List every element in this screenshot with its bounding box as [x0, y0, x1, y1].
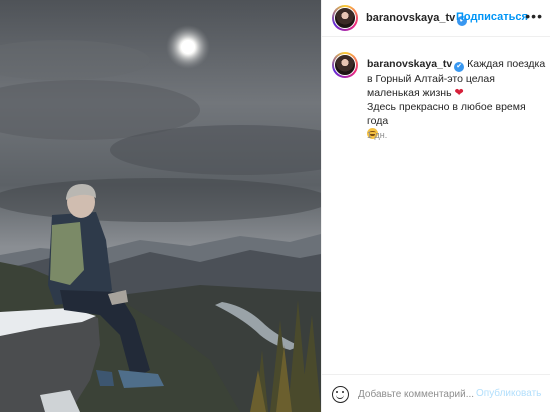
author-avatar[interactable] [332, 5, 358, 31]
emoji-icon[interactable] [332, 386, 349, 403]
caption-author-avatar[interactable] [332, 52, 358, 78]
author-username[interactable]: baranovskaya_tv ✔ [366, 12, 468, 26]
caption-username[interactable]: baranovskaya_tv [367, 58, 452, 70]
heart-icon: ❤ [454, 87, 464, 99]
more-options-icon[interactable]: ••• [525, 8, 543, 24]
caption-text: baranovskaya_tv ✔ Каждая поездка в Горный… [367, 57, 547, 142]
instagram-post: baranovskaya_tv ✔ Подписаться ••• baranov… [0, 0, 550, 412]
comment-composer: Опубликовать [322, 374, 550, 412]
post-timestamp[interactable]: 1 дн. [367, 130, 387, 140]
post-photo[interactable] [0, 0, 321, 412]
caption-line-2: Здесь прекрасно в любое время года [367, 101, 526, 127]
post-header: baranovskaya_tv ✔ Подписаться ••• [322, 0, 550, 37]
post-side-panel: baranovskaya_tv ✔ Подписаться ••• baranov… [321, 0, 550, 412]
comment-input[interactable] [358, 386, 474, 403]
follow-button[interactable]: Подписаться [456, 11, 528, 23]
publish-button[interactable]: Опубликовать [476, 388, 541, 399]
verified-icon: ✔ [454, 62, 465, 72]
mountain-landscape-image [0, 0, 321, 412]
